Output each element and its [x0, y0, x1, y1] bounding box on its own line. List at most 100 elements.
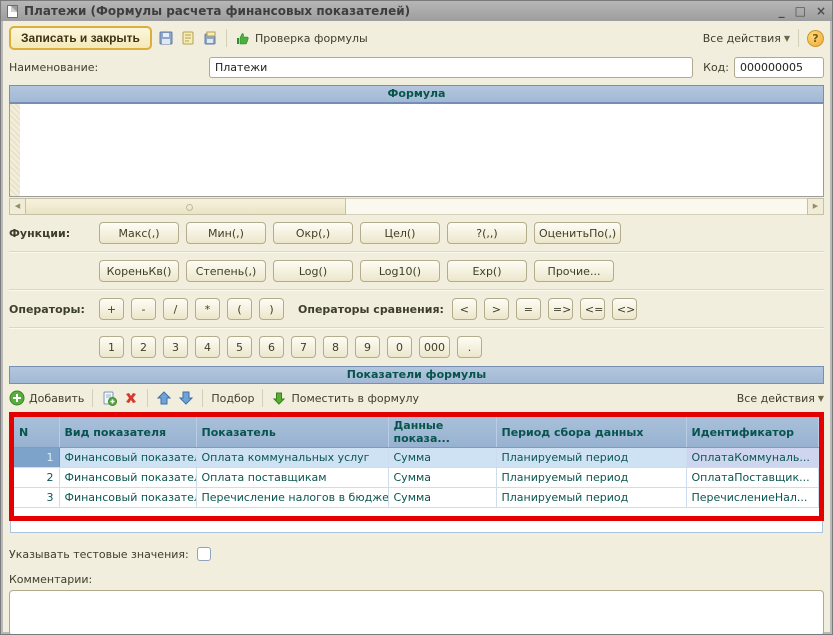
- table-empty-area[interactable]: [10, 521, 823, 533]
- func-max-button[interactable]: Макс(,): [99, 222, 179, 244]
- save-icon[interactable]: [158, 30, 174, 46]
- indicators-all-actions-label: Все действия: [737, 392, 815, 405]
- cell-identifier[interactable]: ПеречислениеНал...: [686, 488, 819, 508]
- indicators-all-actions-button[interactable]: Все действия ▼: [737, 392, 824, 405]
- cell-period[interactable]: Планируемый период: [496, 488, 686, 508]
- column-header-kind[interactable]: Вид показателя: [59, 417, 196, 448]
- cmp-lt-button[interactable]: <: [452, 298, 477, 320]
- check-formula-label: Проверка формулы: [255, 32, 368, 45]
- digit-6-button[interactable]: 6: [259, 336, 284, 358]
- cell-period[interactable]: Планируемый период: [496, 448, 686, 468]
- table-row[interactable]: 1 Финансовый показатель Оплата коммуналь…: [14, 448, 819, 468]
- column-header-data[interactable]: Данные показа...: [388, 417, 496, 448]
- func-exp-button[interactable]: Exp(): [447, 260, 527, 282]
- comments-input[interactable]: [9, 590, 824, 635]
- digit-5-button[interactable]: 5: [227, 336, 252, 358]
- op-minus-button[interactable]: -: [131, 298, 156, 320]
- digit-8-button[interactable]: 8: [323, 336, 348, 358]
- cell-row-number[interactable]: 1: [14, 448, 59, 468]
- functions-row-1: Функции: Макс(,) Мин(,) Окр(,) Цел() ?(,…: [9, 220, 824, 246]
- func-min-button[interactable]: Мин(,): [186, 222, 266, 244]
- name-label: Наименование:: [9, 61, 209, 74]
- func-other-button[interactable]: Прочие...: [534, 260, 614, 282]
- main-toolbar: Записать и закрыть Проверка формулы Все …: [9, 25, 824, 51]
- digit-3-button[interactable]: 3: [163, 336, 188, 358]
- delete-icon[interactable]: [123, 390, 139, 406]
- cell-identifier[interactable]: ОплатаПоставщик...: [686, 468, 819, 488]
- cell-row-number[interactable]: 3: [14, 488, 59, 508]
- func-sqrt-button[interactable]: КореньКв(): [99, 260, 179, 282]
- scroll-thumb[interactable]: [26, 198, 346, 215]
- cell-kind[interactable]: Финансовый показатель: [59, 468, 196, 488]
- copy-save-icon[interactable]: [202, 30, 218, 46]
- help-icon[interactable]: ?: [807, 30, 824, 47]
- cell-kind[interactable]: Финансовый показатель: [59, 488, 196, 508]
- scroll-right-arrow[interactable]: ▶: [807, 198, 824, 215]
- formula-editor[interactable]: [9, 103, 824, 197]
- cmp-gt-button[interactable]: >: [484, 298, 509, 320]
- table-row[interactable]: 3 Финансовый показатель Перечисление нал…: [14, 488, 819, 508]
- cell-identifier[interactable]: ОплатаКоммуналь...: [686, 448, 819, 468]
- cell-indicator[interactable]: Оплата поставщикам: [196, 468, 388, 488]
- cmp-le-button[interactable]: <=: [580, 298, 605, 320]
- save-and-close-button[interactable]: Записать и закрыть: [9, 26, 152, 50]
- column-header-indicator[interactable]: Показатель: [196, 417, 388, 448]
- minimize-button[interactable]: _: [779, 4, 785, 18]
- cmp-ne-button[interactable]: <>: [612, 298, 637, 320]
- check-formula-button[interactable]: Проверка формулы: [235, 30, 368, 46]
- cmp-eq-button[interactable]: =: [516, 298, 541, 320]
- func-pow-button[interactable]: Степень(,): [186, 260, 266, 282]
- func-int-button[interactable]: Цел(): [360, 222, 440, 244]
- place-in-formula-label: Поместить в формулу: [291, 392, 419, 405]
- table-row[interactable]: 2 Финансовый показатель Оплата поставщик…: [14, 468, 819, 488]
- digit-2-button[interactable]: 2: [131, 336, 156, 358]
- digit-dot-button[interactable]: .: [457, 336, 482, 358]
- column-header-n[interactable]: N: [14, 417, 59, 448]
- op-open-paren-button[interactable]: (: [227, 298, 252, 320]
- cell-data[interactable]: Сумма: [388, 488, 496, 508]
- func-log10-button[interactable]: Log10(): [360, 260, 440, 282]
- all-actions-button[interactable]: Все действия ▼: [703, 32, 790, 45]
- divider: [9, 251, 824, 253]
- op-plus-button[interactable]: +: [99, 298, 124, 320]
- scroll-track[interactable]: [346, 198, 807, 215]
- cell-indicator[interactable]: Перечисление налогов в бюджет: [196, 488, 388, 508]
- func-log-button[interactable]: Log(): [273, 260, 353, 282]
- op-divide-button[interactable]: /: [163, 298, 188, 320]
- code-input[interactable]: [734, 57, 824, 78]
- functions-label: Функции:: [9, 227, 99, 240]
- pick-button[interactable]: Подбор: [211, 392, 254, 405]
- digit-000-button[interactable]: 000: [419, 336, 450, 358]
- column-header-identifier[interactable]: Идентификатор: [686, 417, 819, 448]
- test-values-checkbox[interactable]: [197, 547, 211, 561]
- cell-kind[interactable]: Финансовый показатель: [59, 448, 196, 468]
- test-values-row: Указывать тестовые значения:: [9, 547, 824, 561]
- cell-data[interactable]: Сумма: [388, 448, 496, 468]
- func-if-button[interactable]: ?(,,): [447, 222, 527, 244]
- func-round-button[interactable]: Окр(,): [273, 222, 353, 244]
- name-input[interactable]: [209, 57, 693, 78]
- column-header-period[interactable]: Период сбора данных: [496, 417, 686, 448]
- add-button[interactable]: Добавить: [9, 390, 84, 406]
- digit-4-button[interactable]: 4: [195, 336, 220, 358]
- copy-add-icon[interactable]: [101, 390, 117, 406]
- reread-icon[interactable]: [180, 30, 196, 46]
- scroll-left-arrow[interactable]: ◀: [9, 198, 26, 215]
- cell-row-number[interactable]: 2: [14, 468, 59, 488]
- digit-9-button[interactable]: 9: [355, 336, 380, 358]
- digit-0-button[interactable]: 0: [387, 336, 412, 358]
- digit-7-button[interactable]: 7: [291, 336, 316, 358]
- place-in-formula-button[interactable]: Поместить в формулу: [271, 390, 419, 406]
- op-multiply-button[interactable]: *: [195, 298, 220, 320]
- maximize-button[interactable]: □: [795, 4, 806, 18]
- op-close-paren-button[interactable]: ): [259, 298, 284, 320]
- cell-indicator[interactable]: Оплата коммунальных услуг: [196, 448, 388, 468]
- func-evaluate-button[interactable]: ОценитьПо(,): [534, 222, 621, 244]
- move-up-icon[interactable]: [156, 390, 172, 406]
- cmp-ge-button[interactable]: =>: [548, 298, 573, 320]
- move-down-icon[interactable]: [178, 390, 194, 406]
- cell-period[interactable]: Планируемый период: [496, 468, 686, 488]
- close-button[interactable]: ×: [816, 4, 826, 18]
- cell-data[interactable]: Сумма: [388, 468, 496, 488]
- digit-1-button[interactable]: 1: [99, 336, 124, 358]
